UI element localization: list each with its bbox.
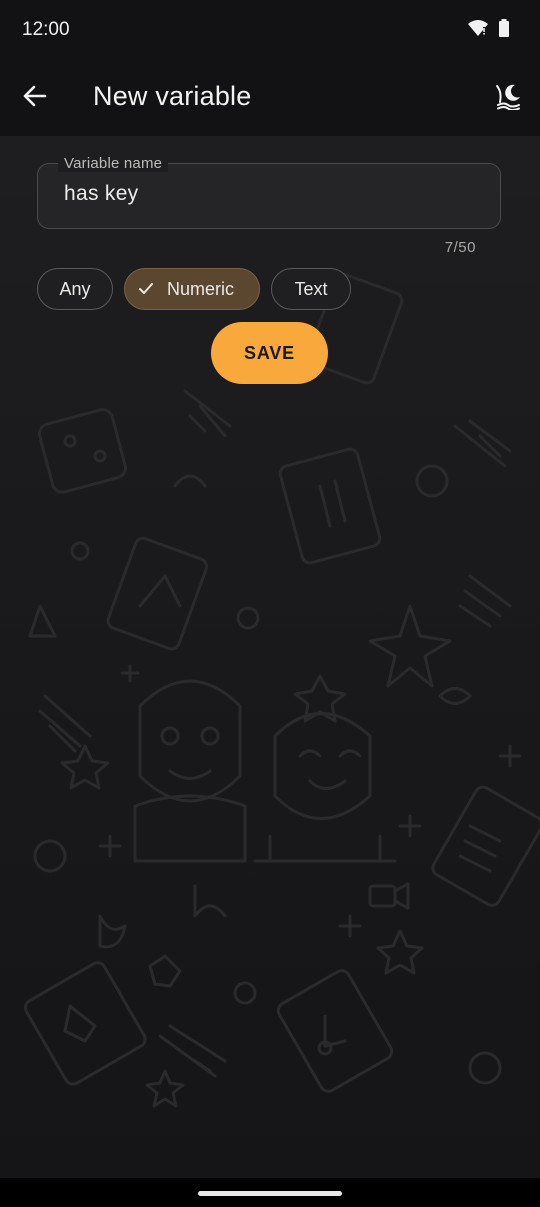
back-button[interactable] [14,78,54,118]
arrow-left-icon [21,84,47,113]
save-button[interactable]: SAVE [211,322,328,384]
variable-name-field[interactable]: Variable name [37,155,501,229]
status-time: 12:00 [22,19,70,40]
character-counter: 7/50 [444,239,476,256]
content-area: Variable name 7/50 Any Numeric Text SAVE [0,136,540,1178]
chip-text-label: Text [294,278,328,299]
theme-icon [494,82,522,115]
battery-icon [498,19,510,42]
chip-numeric-label: Numeric [167,278,235,299]
type-chips: Any Numeric Text [37,268,351,310]
status-bar: 12:00 [0,0,540,60]
chip-any[interactable]: Any [37,268,113,310]
chip-numeric[interactable]: Numeric [124,268,260,310]
chip-text[interactable]: Text [271,268,351,310]
wifi-icon [468,19,488,42]
theme-button[interactable] [488,78,528,118]
chip-any-label: Any [59,278,91,299]
app-bar: New variable [0,60,540,136]
home-gesture-handle[interactable] [198,1191,342,1196]
variable-name-input[interactable] [64,182,464,206]
status-icons [468,19,510,42]
page-title: New variable [93,81,252,111]
check-icon [139,283,153,295]
navigation-bar [0,1178,540,1207]
variable-name-label: Variable name [58,155,169,172]
